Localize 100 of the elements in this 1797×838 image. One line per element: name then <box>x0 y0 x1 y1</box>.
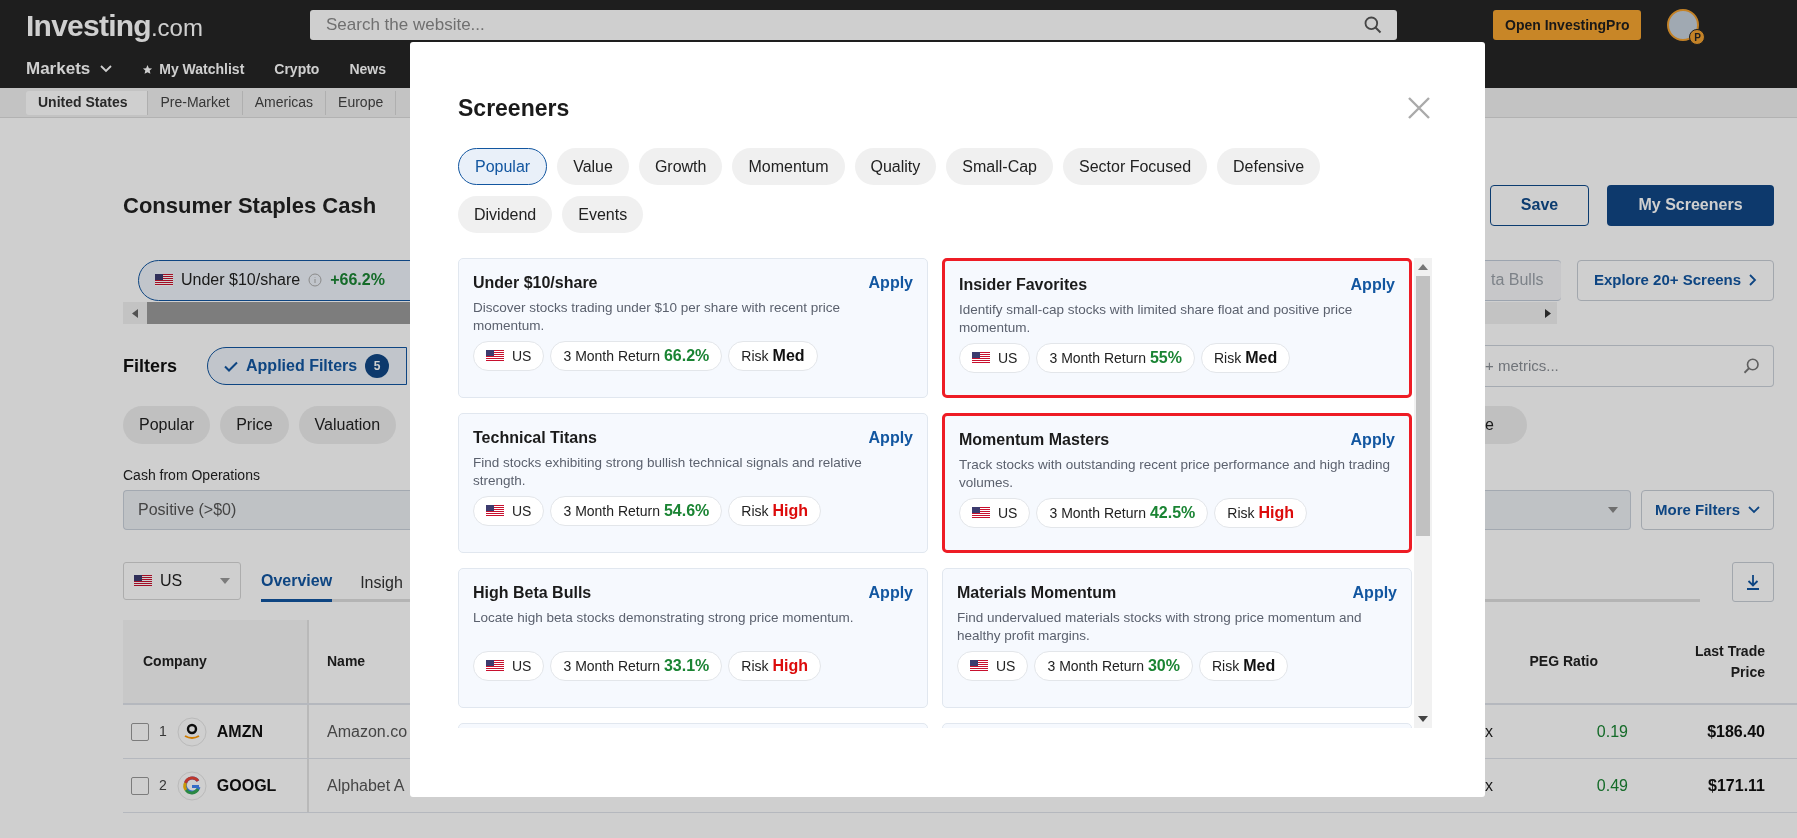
view-tab[interactable]: Overview <box>261 563 333 602</box>
us-flag-icon <box>970 660 988 672</box>
pro-button[interactable]: Open InvestingPro <box>1493 10 1642 40</box>
category-tab[interactable]: Growth <box>638 148 723 185</box>
screener-card[interactable]: Technical Titans Apply Find stocks exhibiting strong bullish technical signals and relative strength. US 3 Month Return 54.6% Risk High <box>458 413 928 553</box>
market-label: US <box>998 503 1018 523</box>
apply-link[interactable]: Apply <box>1350 273 1395 297</box>
risk-label: Risk <box>1227 503 1255 523</box>
dialog-title: Screeners <box>458 93 570 123</box>
market-label: US <box>512 501 532 521</box>
search-placeholder: + metrics... <box>1485 355 1559 376</box>
apply-link[interactable]: Apply <box>868 426 913 450</box>
risk-value: Med <box>772 346 805 366</box>
category-tab[interactable]: Popular <box>458 148 548 185</box>
nav-item[interactable]: Markets <box>26 56 113 82</box>
column-header: Name <box>326 652 366 671</box>
save-button[interactable]: Save <box>1490 184 1589 226</box>
view-tab[interactable]: Insigh <box>360 563 403 602</box>
nav-item[interactable]: My Watchlist <box>142 58 245 80</box>
close-icon <box>1407 96 1431 120</box>
scroll-left-icon <box>132 308 138 318</box>
risk-value: Med <box>1245 348 1278 368</box>
category-pill[interactable]: e <box>1485 406 1527 444</box>
market-label: US <box>996 656 1016 676</box>
pro-badge: P <box>1689 29 1706 45</box>
price-value: $186.40 <box>1706 721 1766 742</box>
horizontal-scrollbar[interactable] <box>1485 302 1557 324</box>
category-pill[interactable]: Price <box>220 406 289 444</box>
nav-item[interactable]: News <box>349 58 386 80</box>
chip-label: ta Bulls <box>1491 270 1544 290</box>
category-tab[interactable]: Dividend <box>458 196 553 233</box>
logo[interactable]: Investing <box>26 2 151 48</box>
card-title: Insider Favorites <box>959 275 1088 295</box>
card-title: Momentum Masters <box>959 430 1110 450</box>
card-title: Technical Titans <box>473 428 597 448</box>
sub-nav-tab[interactable]: United States <box>26 90 149 115</box>
return-value: 33.1% <box>663 656 710 676</box>
column-header: Last Trade Price <box>1693 641 1766 682</box>
download-button[interactable] <box>1732 562 1774 602</box>
category-tab[interactable]: Momentum <box>732 148 845 185</box>
scroll-down-icon <box>1418 716 1428 722</box>
row-checkbox[interactable] <box>131 722 149 741</box>
category-tab[interactable]: Small-Cap <box>946 148 1053 185</box>
category-pill[interactable]: Valuation <box>298 406 397 444</box>
screener-card[interactable]: Momentum Masters Apply Track stocks with outstanding recent price performance and high trading volumes. US 3 Month Return 42.5% Risk High <box>942 413 1412 553</box>
star-icon <box>142 63 154 75</box>
chevron-down-icon <box>100 65 113 73</box>
return-value: 54.6% <box>663 501 710 521</box>
scrollbar-thumb[interactable] <box>1416 276 1430 536</box>
category-tab[interactable]: Events <box>562 196 644 233</box>
more-filters-button[interactable]: More Filters <box>1641 490 1774 530</box>
filter-select[interactable] <box>1485 490 1631 530</box>
table-cell-text: x <box>1485 721 1494 742</box>
table-cell-text: x <box>1485 775 1494 796</box>
peg-value: 0.19 <box>1595 721 1628 742</box>
filter-select[interactable]: Positive (>$0) <box>123 490 410 530</box>
apply-link[interactable]: Apply <box>1350 428 1395 452</box>
return-label: 3 Month Return <box>1049 348 1146 368</box>
risk-label: Risk <box>1212 656 1240 676</box>
ticker: GOOGL <box>216 775 277 796</box>
screener-card[interactable]: High Beta Bulls Apply Locate high beta stocks demonstrating strong price momentum. US 3 Month Return 33.1% Risk High <box>458 568 928 708</box>
card-description: Locate high beta stocks demonstrating strong price momentum. <box>473 609 855 627</box>
row-checkbox[interactable] <box>131 776 149 795</box>
apply-link[interactable]: Apply <box>868 271 913 295</box>
category-pill[interactable]: Popular <box>123 406 211 444</box>
screener-card[interactable]: Materials Momentum Apply Find undervalued materials stocks with strong price momentum and healthy profit margins. US 3 Month Return 30% Risk Med <box>942 568 1412 708</box>
market-label: US <box>512 656 532 676</box>
category-tab[interactable]: Sector Focused <box>1063 148 1208 185</box>
risk-value: Med <box>1243 656 1276 676</box>
apply-link[interactable]: Apply <box>868 581 913 605</box>
vertical-scrollbar[interactable] <box>1414 258 1432 728</box>
sub-nav-tab[interactable]: Pre-Market <box>148 90 243 115</box>
close-button[interactable] <box>1406 95 1432 121</box>
category-tab[interactable]: Defensive <box>1217 148 1321 185</box>
return-label: 3 Month Return <box>563 346 660 366</box>
screener-card[interactable]: Under $10/share Apply Discover stocks trading under $10 per share with recent price momentum. US 3 Month Return 66.2% Risk Med <box>458 258 928 398</box>
search-icon <box>1743 357 1761 375</box>
horizontal-scrollbar[interactable] <box>123 302 410 324</box>
return-label: 3 Month Return <box>563 656 660 676</box>
market-select[interactable]: US <box>123 562 241 600</box>
risk-value: High <box>1258 503 1295 523</box>
applied-filters-button[interactable]: Applied Filters 5 <box>207 347 408 385</box>
us-flag-icon <box>486 660 504 672</box>
risk-value: High <box>772 501 809 521</box>
category-tab[interactable]: Value <box>557 148 629 185</box>
my-screeners-button[interactable]: My Screeners <box>1607 184 1774 226</box>
search-field[interactable]: Search the website... <box>310 10 1397 40</box>
sub-nav-tab[interactable]: Americas <box>242 90 327 115</box>
category-tab[interactable]: Quality <box>854 148 937 185</box>
us-flag-icon <box>972 352 990 364</box>
search-icon <box>1363 15 1383 35</box>
screener-card[interactable]: Insider Favorites Apply Identify small-cap stocks with limited share float and positive price momentum. US 3 Month Return 55% Risk Med <box>942 258 1412 398</box>
row-number: 1 <box>159 722 167 741</box>
apply-link[interactable]: Apply <box>1352 581 1397 605</box>
nav-item[interactable]: Crypto <box>274 58 320 80</box>
explore-button[interactable]: Explore 20+ Screens <box>1577 259 1774 301</box>
count-badge: 5 <box>365 354 390 378</box>
risk-value: High <box>772 656 809 676</box>
sub-nav-tab[interactable]: Europe <box>326 90 397 115</box>
avatar[interactable] <box>1667 9 1700 41</box>
